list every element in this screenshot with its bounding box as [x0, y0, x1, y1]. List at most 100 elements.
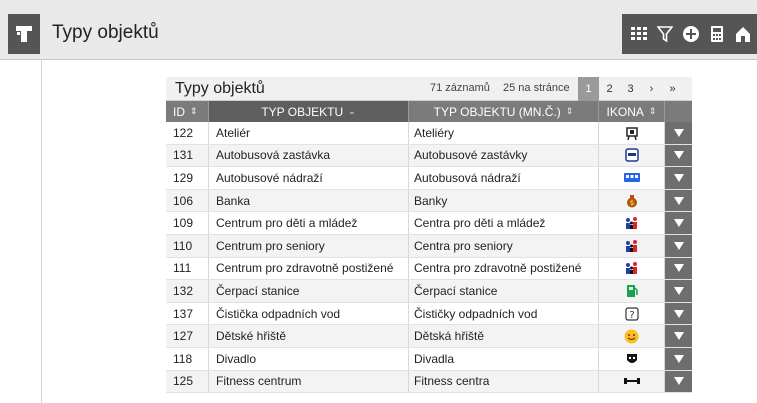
sort-icon: ⇕: [190, 106, 198, 116]
svg-text:$: $: [629, 199, 633, 207]
cell-typ-mn: Centra pro seniory: [409, 234, 599, 257]
row-actions-dropdown[interactable]: [665, 167, 692, 189]
table-row[interactable]: 118 Divadlo Divadla: [166, 347, 692, 371]
sort-desc-icon: ⌄: [348, 106, 356, 116]
table-body: 122 Ateliér Ateliéry 131 Autobusová zastávka…: [166, 122, 692, 394]
cell-typ: Ateliér: [209, 122, 409, 144]
dropdown-arrow-icon: [673, 377, 684, 386]
object-types-panel: Typy objektů 71 záznamů 25 na stránce 1 …: [166, 77, 692, 394]
sidebar-divider: [41, 60, 42, 403]
dropdown-arrow-icon: [673, 151, 684, 160]
last-page-button[interactable]: »: [662, 77, 683, 101]
table-row[interactable]: 110 Centrum pro seniory Centra pro seniory: [166, 234, 692, 258]
dropdown-arrow-icon: [673, 264, 684, 273]
row-actions-dropdown[interactable]: [665, 302, 692, 325]
row-actions-dropdown[interactable]: [665, 257, 692, 280]
cell-id: 131: [166, 144, 209, 167]
page-2-button[interactable]: 2: [599, 77, 620, 101]
panel-header: Typy objektů 71 záznamů 25 na stránce 1 …: [166, 77, 692, 101]
row-actions-dropdown[interactable]: [665, 347, 692, 370]
row-actions-dropdown[interactable]: [665, 234, 692, 257]
cell-typ: Dětské hřiště: [209, 325, 409, 347]
add-icon[interactable]: [680, 22, 702, 46]
dropdown-arrow-icon: [673, 332, 684, 341]
table-row[interactable]: 106 Banka Banky $: [166, 189, 692, 213]
easel-icon: [599, 122, 665, 144]
cell-id: 125: [166, 370, 209, 393]
row-actions-dropdown[interactable]: [665, 280, 692, 302]
table-row[interactable]: 137 Čistička odpadních vod Čističky odpadn…: [166, 302, 692, 326]
table-row[interactable]: 127 Dětské hřiště Dětská hřiště: [166, 325, 692, 348]
cell-id: 122: [166, 122, 209, 144]
theater-mask-icon: [599, 347, 665, 370]
table-row[interactable]: 125 Fitness centrum Fitness centra: [166, 370, 692, 394]
people-icon: [599, 257, 665, 280]
table-row[interactable]: 122 Ateliér Ateliéry: [166, 122, 692, 145]
table-row[interactable]: 132 Čerpací stanice Čerpací stanice: [166, 280, 692, 303]
bus-icon: [599, 167, 665, 189]
top-bar: Typy objektů: [0, 0, 757, 403]
panel-title: Typy objektů: [175, 80, 265, 97]
cell-typ-mn: Fitness centra: [409, 370, 599, 393]
cell-typ: Čistička odpadních vod: [209, 302, 409, 325]
page-title: Typy objektů: [52, 22, 159, 43]
cell-typ-mn: Divadla: [409, 347, 599, 370]
cell-id: 137: [166, 302, 209, 325]
dropdown-arrow-icon: [673, 241, 684, 250]
cell-typ: Fitness centrum: [209, 370, 409, 393]
next-page-button[interactable]: ›: [641, 77, 662, 101]
cell-typ: Banka: [209, 189, 409, 212]
grid-icon[interactable]: [628, 22, 650, 46]
filter-icon[interactable]: [654, 22, 676, 46]
cell-typ-mn: Autobusová nádraží: [409, 167, 599, 189]
column-header-id[interactable]: ID ⇕: [166, 101, 209, 122]
cell-id: 106: [166, 189, 209, 212]
dropdown-arrow-icon: [673, 128, 684, 137]
cell-typ-mn: Autobusové zastávky: [409, 144, 599, 167]
table-row[interactable]: 131 Autobusová zastávka Autobusové zastávk…: [166, 144, 692, 168]
people-icon: [599, 212, 665, 234]
row-actions-dropdown[interactable]: [665, 212, 692, 234]
column-header-typ-mn[interactable]: TYP OBJEKTU (MN.Č.) ⇕: [409, 101, 599, 122]
table-row[interactable]: 129 Autobusové nádraží Autobusová nádraží: [166, 167, 692, 190]
bus-stop-icon: [599, 144, 665, 167]
per-page-selector[interactable]: 25 na stránce: [503, 82, 570, 94]
dropdown-arrow-icon: [673, 309, 684, 318]
table-header: ID ⇕ TYP OBJEKTU ⌄ TYP OBJEKTU (MN.Č.) ⇕…: [166, 101, 692, 122]
dropdown-arrow-icon: [673, 354, 684, 363]
sort-icon: ⇕: [648, 106, 657, 116]
dropdown-arrow-icon: [673, 173, 684, 182]
money-bag-icon: $: [599, 189, 665, 212]
cell-typ-mn: Centra pro děti a mládež: [409, 212, 599, 234]
dumbbell-icon: [599, 370, 665, 393]
column-header-typ[interactable]: TYP OBJEKTU ⌄: [209, 101, 409, 122]
cell-id: 132: [166, 280, 209, 302]
table-row[interactable]: 111 Centrum pro zdravotně postižené Centra…: [166, 257, 692, 281]
cell-id: 110: [166, 234, 209, 257]
cell-typ: Čerpací stanice: [209, 280, 409, 302]
cell-typ: Divadlo: [209, 347, 409, 370]
cell-typ-mn: Čerpací stanice: [409, 280, 599, 302]
column-header-ikona[interactable]: IKONA ⇕: [599, 101, 665, 122]
row-actions-dropdown[interactable]: [665, 144, 692, 167]
toolbar: [622, 14, 757, 54]
row-actions-dropdown[interactable]: [665, 122, 692, 144]
cell-typ: Centrum pro zdravotně postižené: [209, 257, 409, 280]
home-icon[interactable]: [732, 22, 754, 46]
row-actions-dropdown[interactable]: [665, 325, 692, 347]
row-actions-dropdown[interactable]: [665, 370, 692, 393]
cell-typ: Autobusové nádraží: [209, 167, 409, 189]
object-type-logo-icon: [8, 14, 40, 54]
cell-typ-mn: Dětská hřiště: [409, 325, 599, 347]
table-row[interactable]: 109 Centrum pro děti a mládež Centra pro d…: [166, 212, 692, 235]
row-actions-dropdown[interactable]: [665, 189, 692, 212]
cell-typ-mn: Banky: [409, 189, 599, 212]
pagination: 1 2 3 › »: [578, 77, 683, 101]
sort-icon: ⇕: [565, 106, 574, 116]
question-icon: ?: [599, 302, 665, 325]
cell-typ: Autobusová zastávka: [209, 144, 409, 167]
cell-id: 127: [166, 325, 209, 347]
calculator-icon[interactable]: [706, 22, 728, 46]
page-3-button[interactable]: 3: [620, 77, 641, 101]
page-1-button[interactable]: 1: [578, 77, 599, 101]
